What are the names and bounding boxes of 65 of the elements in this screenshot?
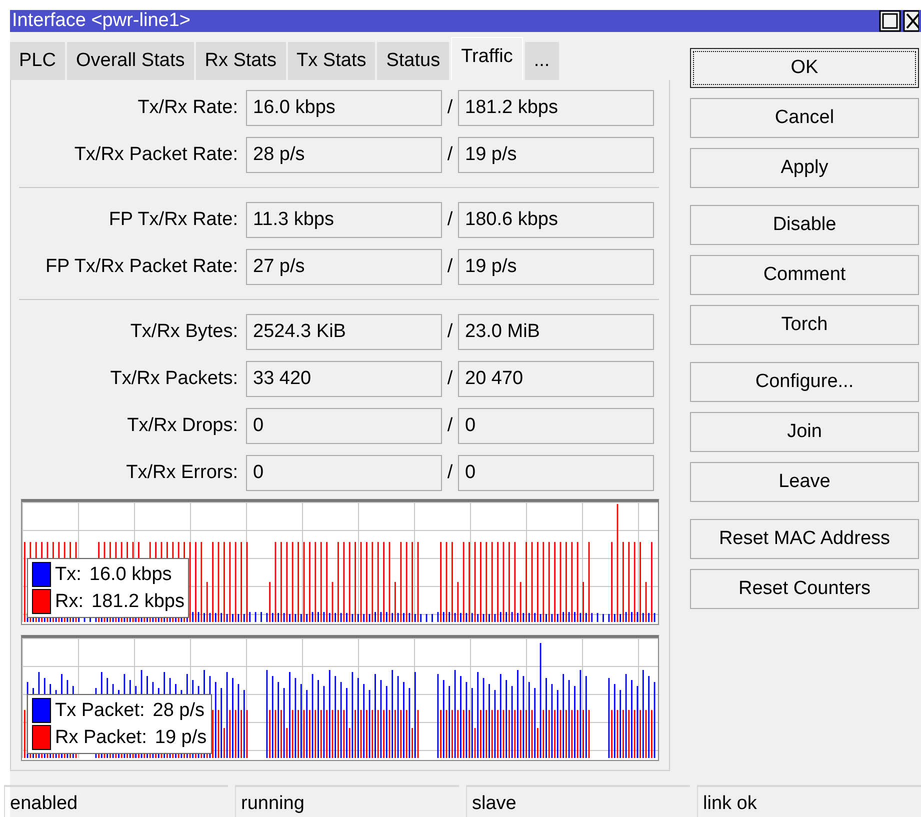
- legend-label: Tx Packet:: [55, 700, 145, 722]
- legend-label: Tx:: [55, 564, 82, 586]
- tab[interactable]: Rx Stats: [196, 42, 286, 80]
- value-field: 0: [246, 455, 442, 491]
- value-field: 16.0 kbps: [246, 90, 442, 126]
- legend-value: 28 p/s: [152, 700, 205, 722]
- tab[interactable]: Traffic: [451, 37, 523, 80]
- legend-value: 16.0 kbps: [89, 564, 172, 586]
- action-button[interactable]: Configure...: [690, 362, 919, 402]
- field-label: FP Tx/Rx Rate:: [108, 209, 239, 231]
- slash: /: [446, 144, 454, 166]
- tab[interactable]: ...: [524, 42, 559, 80]
- legend-label: Rx Packet:: [55, 726, 147, 748]
- value-field: 19 p/s: [458, 249, 654, 285]
- value-field: 181.2 kbps: [458, 90, 654, 126]
- value-field: 23.0 MiB: [458, 314, 654, 350]
- action-button[interactable]: Cancel: [690, 98, 919, 138]
- action-button[interactable]: Apply: [690, 148, 919, 188]
- value-field: 0: [246, 408, 442, 444]
- value-field: 28 p/s: [246, 137, 442, 173]
- value-field: 19 p/s: [458, 137, 654, 173]
- field-label: Tx/Rx Packet Rate:: [73, 144, 239, 166]
- legend-value: 19 p/s: [154, 726, 207, 748]
- action-button[interactable]: Torch: [690, 305, 919, 345]
- status-cell: enabled: [4, 785, 228, 817]
- status-cell: link ok: [697, 785, 921, 817]
- field-label: Tx/Rx Rate:: [136, 97, 239, 119]
- slash: /: [446, 209, 454, 231]
- tab[interactable]: Overall Stats: [66, 42, 194, 80]
- field-label: Tx/Rx Drops:: [126, 415, 239, 437]
- tab[interactable]: Status: [377, 42, 450, 80]
- tab[interactable]: Tx Stats: [288, 42, 376, 80]
- field-label: FP Tx/Rx Packet Rate:: [44, 256, 239, 278]
- action-button[interactable]: Leave: [690, 462, 919, 502]
- close-icon[interactable]: [903, 10, 919, 32]
- action-button[interactable]: Reset Counters: [690, 569, 919, 609]
- value-field: 0: [458, 455, 654, 491]
- field-label: Tx/Rx Errors:: [125, 462, 239, 484]
- action-button[interactable]: Join: [690, 412, 919, 452]
- value-field: 0: [458, 408, 654, 444]
- action-button[interactable]: Reset MAC Address: [690, 519, 919, 559]
- field-label: Tx/Rx Bytes:: [129, 321, 239, 343]
- tab[interactable]: PLC: [10, 42, 65, 80]
- value-field: 180.6 kbps: [458, 202, 654, 238]
- field-label: Tx/Rx Packets:: [109, 368, 239, 390]
- action-button[interactable]: OK: [690, 48, 919, 88]
- status-cell: slave: [466, 785, 690, 817]
- legend-value: 181.2 kbps: [92, 590, 184, 612]
- value-field: 2524.3 KiB: [246, 314, 442, 350]
- value-field: 11.3 kbps: [246, 202, 442, 238]
- slash: /: [446, 321, 454, 343]
- slash: /: [446, 415, 454, 437]
- value-field: 33 420: [246, 361, 442, 397]
- value-field: 27 p/s: [246, 249, 442, 285]
- slash: /: [446, 462, 454, 484]
- maximize-icon[interactable]: [879, 10, 901, 32]
- slash: /: [446, 97, 454, 119]
- slash: /: [446, 368, 454, 390]
- status-cell: running: [235, 785, 459, 817]
- action-button[interactable]: Comment: [690, 255, 919, 295]
- legend-label: Rx:: [55, 590, 84, 612]
- value-field: 20 470: [458, 361, 654, 397]
- action-button[interactable]: Disable: [690, 205, 919, 245]
- slash: /: [446, 256, 454, 278]
- window-title: Interface <pwr-line1>: [12, 10, 192, 32]
